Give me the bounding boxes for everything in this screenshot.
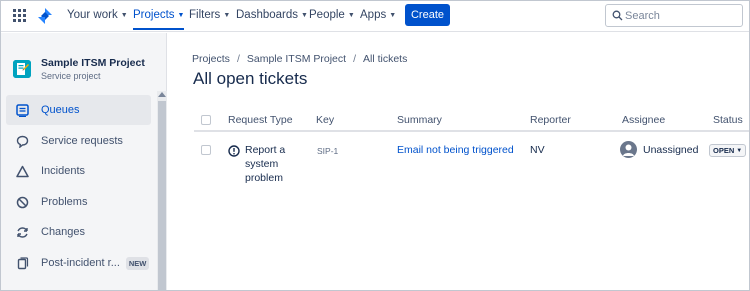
no-entry-icon: [15, 195, 29, 209]
nav-apps[interactable]: Apps ▼: [360, 9, 396, 21]
create-button[interactable]: Create: [405, 4, 450, 26]
chevron-down-icon: ▼: [736, 147, 743, 154]
queues-icon: [15, 103, 29, 117]
breadcrumb-all-tickets[interactable]: All tickets: [363, 53, 407, 65]
breadcrumb: Projects / Sample ITSM Project / All tic…: [192, 53, 407, 65]
sidebar-item-label: Queues: [41, 104, 80, 116]
column-key[interactable]: Key: [316, 114, 334, 126]
top-navigation: Your work ▼ Projects ▼ Filters ▼ Dashboards…: [0, 0, 750, 32]
alert-circle-icon: [228, 145, 240, 157]
sidebar-item-label: Changes: [41, 226, 86, 238]
chevron-down-icon: ▼: [177, 11, 185, 19]
row-checkbox[interactable]: [201, 145, 211, 155]
nav-projects[interactable]: Projects ▼: [133, 9, 185, 30]
reporter-cell: NV: [530, 144, 545, 156]
chat-bubble-icon: [15, 134, 29, 148]
sidebar-item-label: Problems: [41, 196, 88, 208]
project-avatar[interactable]: [13, 60, 31, 78]
chevron-down-icon: ▼: [120, 11, 128, 19]
nav-dashboards[interactable]: Dashboards ▼: [236, 9, 308, 21]
page-title: All open tickets: [193, 69, 308, 88]
column-summary[interactable]: Summary: [397, 114, 442, 126]
summary-cell: Email not being triggered: [397, 144, 514, 156]
sidebar-item-incidents[interactable]: Incidents: [6, 156, 151, 186]
column-assignee[interactable]: Assignee: [622, 114, 665, 126]
search-icon: [612, 10, 623, 21]
ticket-key[interactable]: SIP-1: [317, 146, 338, 156]
sidebar-item-label: Service requests: [41, 135, 123, 147]
scroll-up-arrow-icon[interactable]: [158, 92, 166, 97]
breadcrumb-separator: /: [353, 53, 356, 65]
sidebar-item-label: Post-incident r...: [41, 257, 120, 269]
nav-filters[interactable]: Filters ▼: [189, 9, 230, 21]
nav-your-work[interactable]: Your work ▼: [67, 9, 128, 21]
assignee-avatar: [620, 141, 637, 158]
status-label: OPEN: [713, 146, 735, 155]
project-name[interactable]: Sample ITSM Project: [41, 57, 145, 69]
breadcrumb-projects[interactable]: Projects: [192, 53, 230, 65]
scroll-thumb[interactable]: [158, 101, 166, 290]
chevron-down-icon: ▼: [301, 11, 308, 19]
app-switcher-icon[interactable]: [13, 9, 27, 23]
nav-people[interactable]: People ▼: [309, 9, 355, 21]
status-badge[interactable]: OPEN ▼: [709, 144, 747, 157]
sidebar-scrollbar[interactable]: [157, 91, 167, 290]
new-badge: NEW: [125, 256, 150, 270]
document-icon: [15, 256, 29, 270]
sidebar-item-queues[interactable]: Queues: [6, 95, 151, 125]
chevron-down-icon: ▼: [389, 11, 397, 19]
column-reporter[interactable]: Reporter: [530, 114, 571, 126]
chevron-down-icon: ▼: [223, 11, 231, 19]
project-sidebar: Sample ITSM Project Service project Queu…: [1, 33, 167, 290]
sidebar-item-service-requests[interactable]: Service requests: [6, 126, 151, 156]
breadcrumb-project[interactable]: Sample ITSM Project: [247, 53, 346, 65]
select-all-checkbox[interactable]: [201, 115, 211, 125]
warning-triangle-icon: [15, 164, 29, 178]
search-box[interactable]: [605, 4, 743, 27]
project-type: Service project: [41, 71, 101, 81]
ticket-summary-link[interactable]: Email not being triggered: [397, 144, 514, 156]
assignee-cell[interactable]: Unassigned: [643, 144, 698, 156]
column-request-type[interactable]: Request Type: [228, 114, 293, 126]
sidebar-item-label: Incidents: [41, 165, 86, 177]
sidebar-item-changes[interactable]: Changes: [6, 217, 151, 247]
request-type-cell: Report a system problem: [245, 144, 286, 184]
sidebar-item-problems[interactable]: Problems: [6, 187, 151, 217]
jira-logo-icon[interactable]: [36, 7, 54, 25]
sidebar-item-post-incident-reviews[interactable]: Post-incident r... NEW: [6, 248, 151, 278]
column-status[interactable]: Status: [713, 114, 743, 126]
search-input[interactable]: [625, 8, 737, 23]
table-header: Request Type Key Summary Reporter Assign…: [194, 111, 750, 132]
breadcrumb-separator: /: [236, 53, 240, 65]
changes-icon: [15, 225, 29, 239]
chevron-down-icon: ▼: [347, 11, 355, 19]
